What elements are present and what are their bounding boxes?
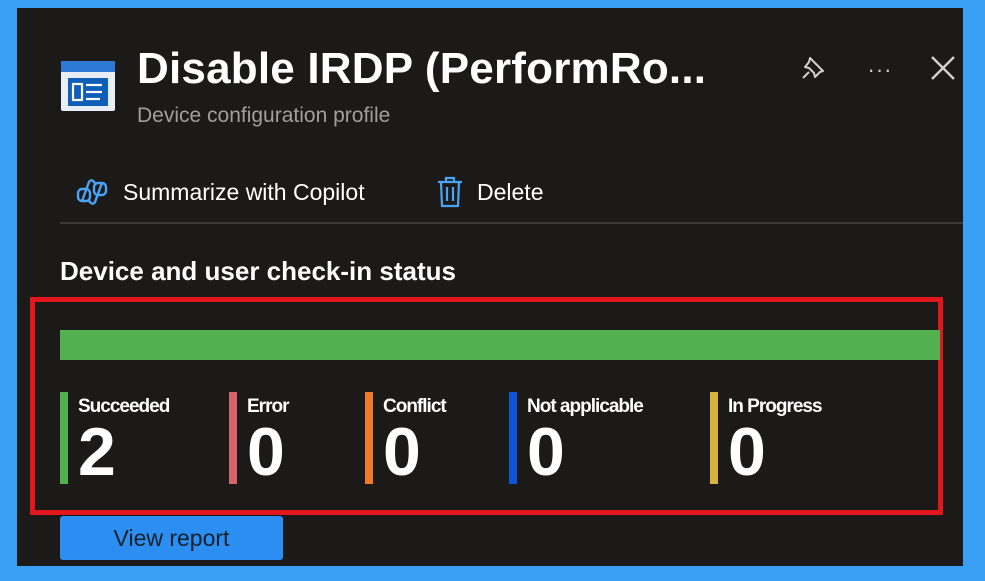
delete-button[interactable]: Delete <box>437 174 543 210</box>
close-button[interactable] <box>925 52 961 88</box>
close-icon <box>930 55 956 86</box>
profile-config-icon <box>60 60 116 112</box>
metric-color-bar <box>229 392 237 484</box>
more-options-button[interactable]: ··· <box>862 52 898 88</box>
metric-in-progress[interactable]: In Progress 0 <box>710 392 823 490</box>
metric-color-bar <box>710 392 718 484</box>
view-report-button[interactable]: View report <box>60 516 283 560</box>
metric-value: 2 <box>78 414 116 490</box>
pin-icon <box>799 54 827 87</box>
pin-button[interactable] <box>795 52 831 88</box>
metric-value: 0 <box>527 414 565 490</box>
metric-not-applicable[interactable]: Not applicable 0 <box>509 392 644 490</box>
profile-blade: Disable IRDP (PerformRo... Device config… <box>17 8 963 566</box>
delete-label: Delete <box>477 178 544 205</box>
metric-succeeded[interactable]: Succeeded 2 <box>60 392 170 490</box>
metric-color-bar <box>365 392 373 484</box>
metric-color-bar <box>509 392 517 484</box>
metric-value: 0 <box>247 414 285 490</box>
page-subtitle: Device configuration profile <box>137 104 391 127</box>
status-progress-bar[interactable] <box>60 330 940 360</box>
trash-icon <box>437 176 463 208</box>
toolbar-divider <box>60 222 963 224</box>
metric-error[interactable]: Error 0 <box>229 392 289 490</box>
section-title: Device and user check-in status <box>60 256 456 286</box>
page-title: Disable IRDP (PerformRo... <box>137 44 707 93</box>
metric-color-bar <box>60 392 68 484</box>
metric-conflict[interactable]: Conflict 0 <box>365 392 447 490</box>
summarize-copilot-button[interactable]: Summarize with Copilot <box>75 174 365 210</box>
metric-value: 0 <box>728 414 766 490</box>
more-icon: ··· <box>867 57 893 82</box>
metric-value: 0 <box>383 414 421 490</box>
copilot-icon <box>75 177 109 207</box>
copilot-label: Summarize with Copilot <box>123 178 365 205</box>
status-bar-succeeded-fill <box>60 330 940 360</box>
